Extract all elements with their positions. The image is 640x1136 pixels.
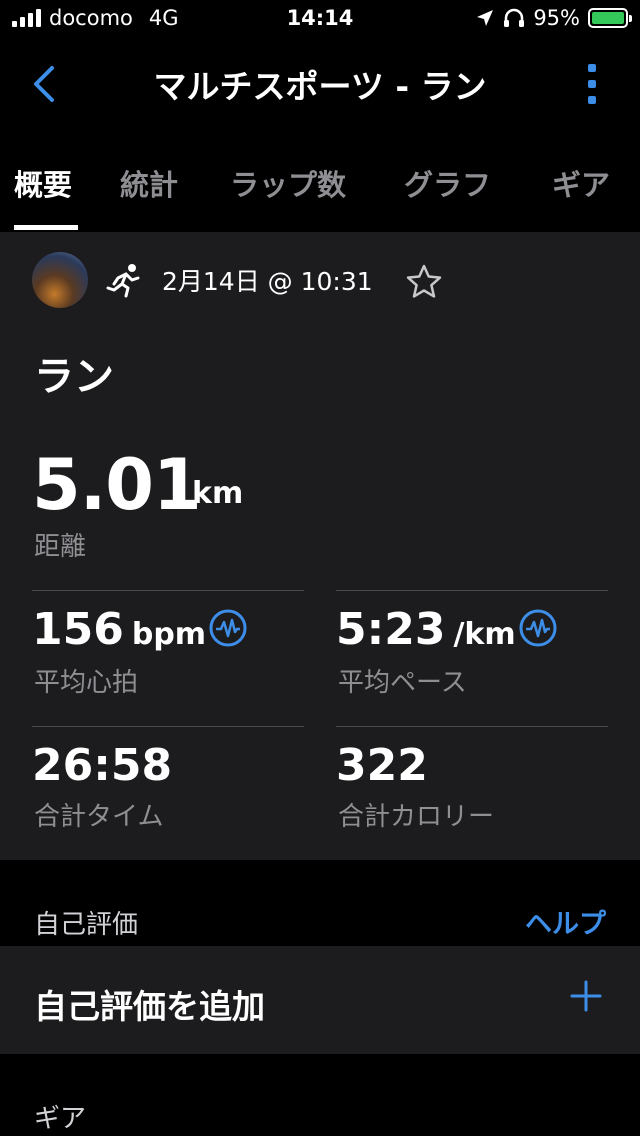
favorite-star-icon[interactable] [404,262,444,302]
divider [32,726,304,727]
activity-datetime: 2月14日 @ 10:31 [162,267,373,296]
plus-icon[interactable] [566,976,606,1016]
tab-stats[interactable]: 統計 [120,162,178,204]
page-title: マルチスポーツ - ラン [153,67,487,106]
status-right: 95% [475,6,632,30]
total-time-label: 合計タイム [34,802,164,832]
activity-summary-card: 2月14日 @ 10:31 ラン 5.01 km 距離 156 bpm 平均心拍 … [0,232,640,860]
divider [32,590,304,591]
battery-percent: 95% [533,6,580,30]
tab-summary[interactable]: 概要 [14,162,72,204]
divider [336,590,608,591]
divider [336,726,608,727]
tab-indicator [14,225,78,230]
add-self-eval-row[interactable]: 自己評価を追加 [0,946,640,1054]
headphones-icon [504,8,525,27]
gear-section-label: ギア [34,1104,87,1134]
pace-chart-icon[interactable] [518,608,558,648]
avg-hr-label: 平均心拍 [34,668,139,698]
total-calories-label: 合計カロリー [338,802,495,832]
avg-hr-value: 156 [32,604,124,655]
avg-pace-stat: 5:23/km [336,604,516,655]
distance-label: 距離 [34,532,87,562]
avatar[interactable] [32,252,88,308]
more-vertical-icon [588,64,596,72]
help-link[interactable]: ヘルプ [525,902,606,941]
running-icon [106,264,140,298]
tab-bar: 概要 統計 ラップ数 グラフ ギア [0,150,640,232]
total-calories-value: 322 [336,740,428,791]
battery-icon [588,8,632,28]
heart-rate-chart-icon[interactable] [208,608,248,648]
nav-bar: マルチスポーツ - ラン [0,48,640,120]
tab-graphs[interactable]: グラフ [404,162,491,204]
avg-pace-unit: /km [453,617,516,652]
more-button[interactable] [580,64,604,104]
distance-unit: km [192,476,244,511]
status-bar: docomo 4G 14:14 95% [0,0,640,40]
tab-gear[interactable]: ギア [552,162,610,204]
activity-name: ラン [34,354,114,400]
tab-laps[interactable]: ラップ数 [230,162,346,204]
avg-pace-value: 5:23 [336,604,446,655]
distance-value: 5.01 [32,444,202,526]
total-time-value: 26:58 [32,740,173,791]
location-arrow-icon [477,10,494,26]
avg-hr-unit: bpm [131,617,207,652]
avg-pace-label: 平均ペース [338,668,467,698]
avg-hr-stat: 156 bpm [32,604,206,655]
self-eval-section-label: 自己評価 [34,910,139,940]
add-self-eval-label: 自己評価を追加 [34,987,265,1026]
